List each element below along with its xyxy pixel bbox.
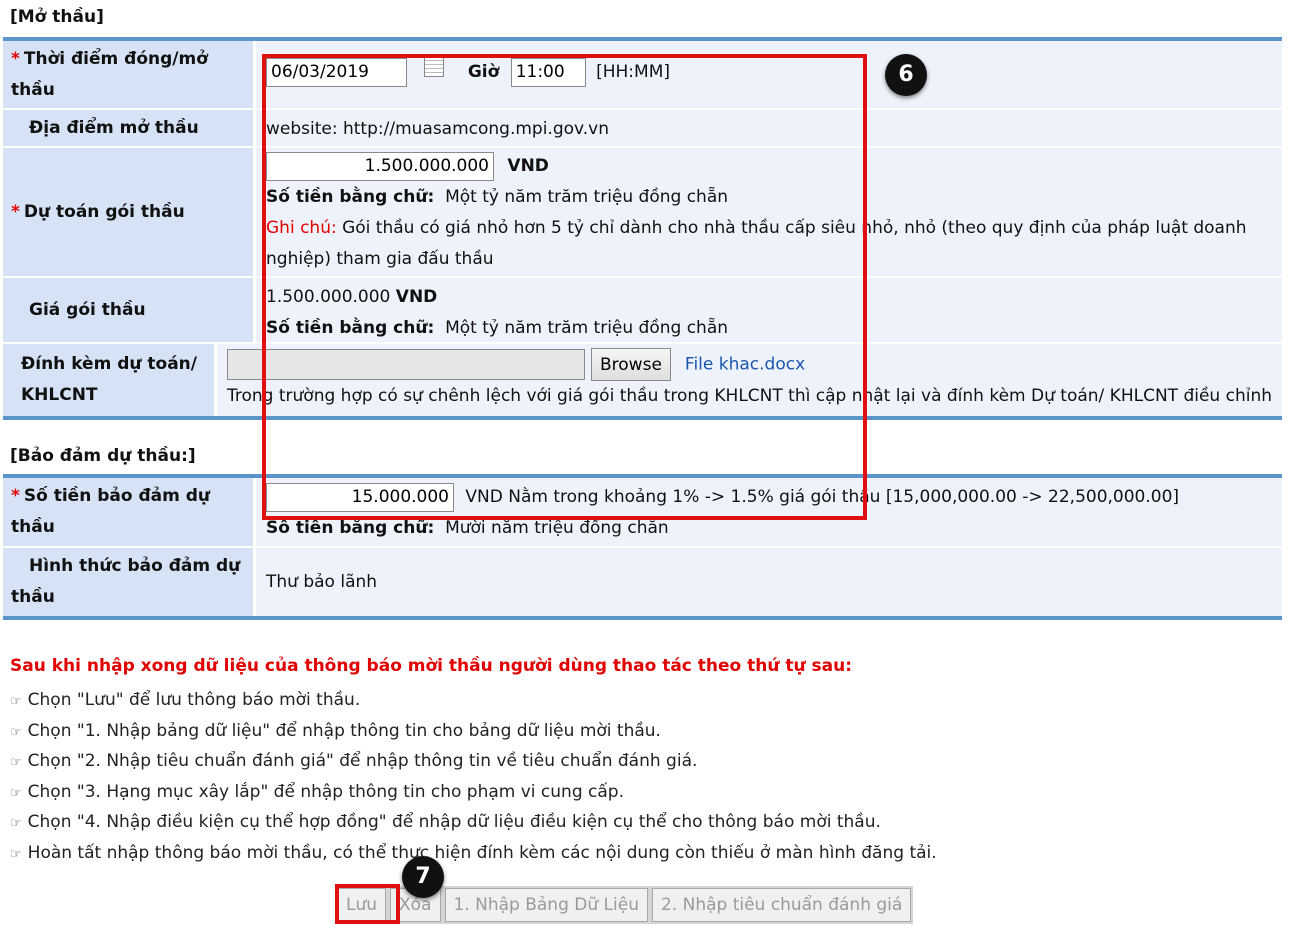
instruction-item: ☞ Chọn "1. Nhập bảng dữ liệu" để nhập thô… [10,720,661,741]
date-input[interactable] [266,57,407,87]
pointing-hand-icon: ☞ [10,785,22,801]
instructions-title: Sau khi nhập xong dữ liệu của thông báo … [10,656,853,676]
estimate-currency: VND [507,156,549,176]
estimate-label: Dự toán gói thầu [23,201,185,222]
file-path-field[interactable] [227,349,585,380]
opening-place-value: website: http://muasamcong.mpi.gov.vn [266,119,610,139]
guarantee-form-value: Thư bảo lãnh [266,571,378,592]
guarantee-words-label: Số tiền bằng chữ: [266,518,435,538]
pointing-hand-icon: ☞ [10,846,22,862]
row-guarantee-amount: *Số tiền bảo đảm dự thầu VND Nằm trong k… [3,478,1282,548]
guarantee-amount-input[interactable] [266,482,454,512]
opening-time-label: Thời điểm đóng/mở thầu [11,48,208,100]
browse-button[interactable]: Browse [591,348,671,381]
save-button[interactable]: Lưu [334,886,389,924]
package-words-label: Số tiền bằng chữ: [266,318,435,338]
criteria-button[interactable]: 2. Nhập tiêu chuẩn đánh giá [649,886,914,924]
package-price-currency: VND [395,287,438,307]
required-star: * [11,48,20,69]
attached-file-link[interactable]: File khac.docx [685,355,805,375]
estimate-words: Một tỷ năm trăm triệu đồng chẵn [445,187,729,207]
guarantee-amount-label: Số tiền bảo đảm dự thầu [11,486,211,537]
pointing-hand-icon: ☞ [10,816,22,832]
row-attachment: Đính kèm dự toán/ KHLCNT Browse File khac… [3,344,1282,416]
time-format: [HH:MM] [596,62,670,82]
guarantee-words: Mười năm triệu đồng chẵn [445,518,669,538]
row-guarantee-form: Hình thức bảo đảm dự thầu Thư bảo lãnh [3,548,1282,616]
note-text: Gói thầu có giá nhỏ hơn 5 tỷ chỉ dành ch… [266,218,1247,269]
calendar-icon[interactable] [424,57,445,77]
attachment-label: Đính kèm dự toán/ KHLCNT [21,354,197,405]
instruction-item: ☞ Hoàn tất nhập thông báo mời thầu, có th… [10,842,937,863]
attachment-hint: Trong trường hợp có sự chênh lệch với gi… [227,386,1272,406]
row-package-price: Giá gói thầu 1.500.000.000 VND Số tiền b… [3,278,1282,344]
estimate-words-label: Số tiền bằng chữ: [266,187,435,207]
instruction-item: ☞ Chọn "4. Nhập điều kiện cụ thể hợp đồng… [10,812,881,833]
pointing-hand-icon: ☞ [10,724,22,740]
pointing-hand-icon: ☞ [10,694,22,709]
note-label: Ghi chú: [266,218,337,238]
package-words: Một tỷ năm trăm triệu đồng chẵn [445,318,729,338]
instruction-item: ☞ Chọn "Lưu" để lưu thông báo mời thầu. [10,690,361,710]
row-estimate: *Dự toán gói thầu VND Số tiền bằng chữ: … [3,148,1282,278]
estimate-input[interactable] [266,151,494,181]
row-opening-place: Địa điểm mở thầu website: http://muasamc… [3,110,1282,148]
guarantee-form-label: Hình thức bảo đảm dự thầu [11,556,241,607]
section-title-guarantee: [Bảo đảm dự thầu:] [10,446,196,466]
opening-table: *Thời điểm đóng/mở thầu Giờ [HH:MM] Địa … [3,37,1282,420]
package-price-amount: 1.500.000.000 [266,287,391,307]
instruction-item: ☞ Chọn "2. Nhập tiêu chuẩn đánh giá" để n… [10,751,698,772]
instruction-item: ☞ Chọn "3. Hạng mục xây lắp" để nhập thôn… [10,781,624,802]
data-table-button[interactable]: 1. Nhập Bảng Dữ Liệu [442,886,650,924]
time-input[interactable] [510,57,586,87]
guarantee-range: VND Nằm trong khoảng 1% -> 1.5% giá gói … [465,487,1180,507]
opening-place-label: Địa điểm mở thầu [29,117,199,138]
section-title-open: [Mở thầu] [10,7,104,27]
time-label: Giờ [467,62,500,82]
step-badge-6: 6 [885,54,927,96]
pointing-hand-icon: ☞ [10,755,22,771]
guarantee-table: *Số tiền bảo đảm dự thầu VND Nằm trong k… [3,474,1282,620]
package-price-label: Giá gói thầu [29,299,146,320]
row-opening-time: *Thời điểm đóng/mở thầu Giờ [HH:MM] [3,41,1282,110]
step-badge-7: 7 [402,856,444,898]
instructions-list: ☞ Chọn "Lưu" để lưu thông báo mời thầu. ☞… [10,686,937,870]
